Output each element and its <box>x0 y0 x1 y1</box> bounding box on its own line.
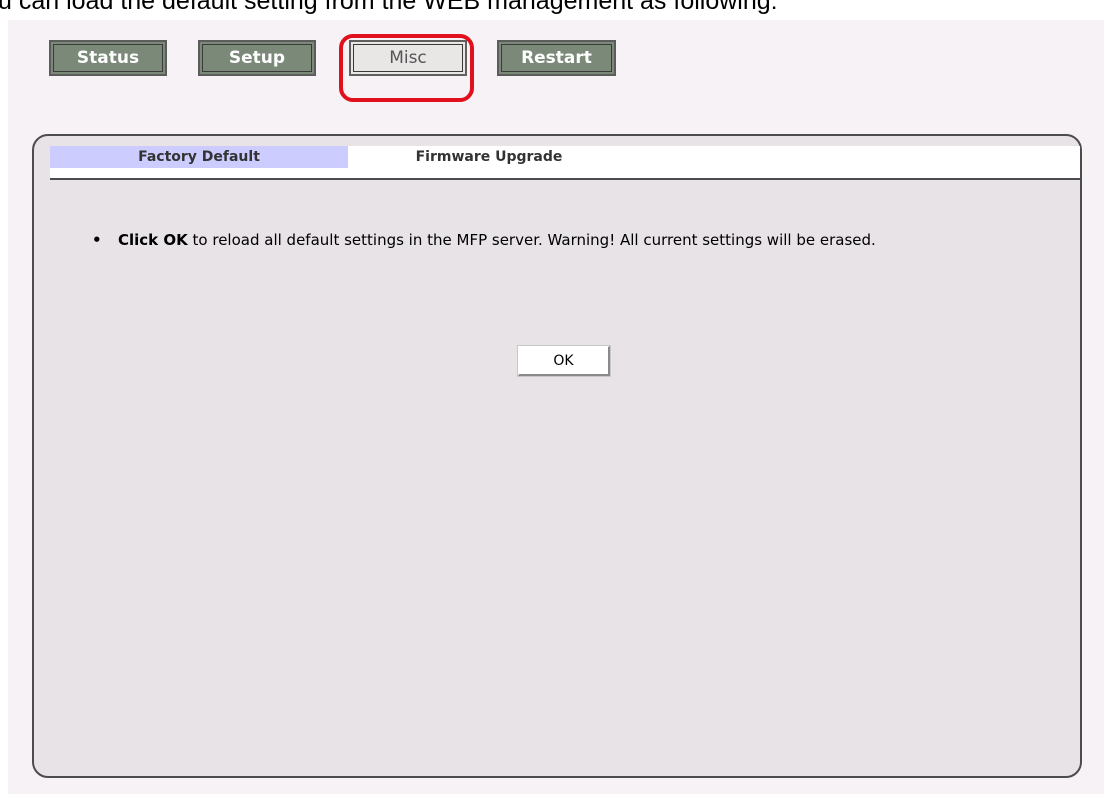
sub-tab-bar: Factory Default Firmware Upgrade <box>50 146 1080 180</box>
ok-button[interactable]: OK <box>517 345 611 377</box>
misc-panel: Factory Default Firmware Upgrade • Click… <box>32 134 1082 778</box>
status-nav-button[interactable]: Status <box>49 40 167 76</box>
restart-nav-button[interactable]: Restart <box>497 40 616 76</box>
misc-nav-button[interactable]: Misc <box>349 40 467 76</box>
instruction-item: • Click OK to reload all default setting… <box>90 228 1050 252</box>
setup-nav-button[interactable]: Setup <box>198 40 316 76</box>
tab-factory-default[interactable]: Factory Default <box>50 146 348 168</box>
intro-text: u can load the default setting from the … <box>0 0 778 15</box>
page: u can load the default setting from the … <box>0 0 1104 794</box>
tab-firmware-upgrade[interactable]: Firmware Upgrade <box>348 146 630 168</box>
bullet-icon: • <box>92 231 102 249</box>
instruction-text: Click OK to reload all default settings … <box>118 228 876 252</box>
instruction-bold-lead: Click OK <box>118 231 188 249</box>
instruction-body: to reload all default settings in the MF… <box>187 231 876 249</box>
